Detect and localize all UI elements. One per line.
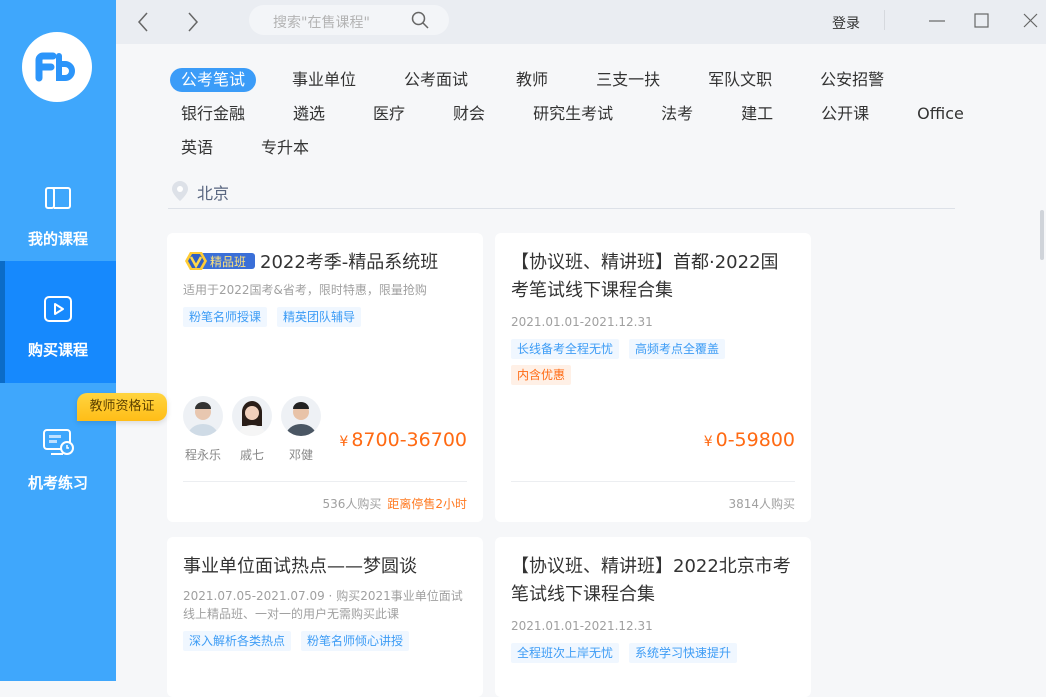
avatar — [281, 396, 321, 436]
tag-list: 全程班次上岸无忧 系统学习快速提升 — [511, 643, 795, 663]
scrollbar[interactable] — [1040, 210, 1044, 260]
course-title: 【协议班、精讲班】首都·2022国考笔试线下课程合集 — [511, 252, 779, 301]
premium-badge-icon: 精品班 — [185, 252, 255, 270]
location-pin-icon — [172, 181, 188, 201]
price: ¥8700-36700 — [339, 429, 467, 451]
category-tab[interactable]: 英语 — [181, 137, 213, 171]
course-title-text: 2022考季-精品系统班 — [260, 252, 439, 273]
category-tab[interactable]: 公考笔试 — [170, 68, 257, 92]
back-arrow-icon[interactable] — [132, 10, 156, 34]
tag-list: 长线备考全程无忧 高频考点全覆盖 内含优惠 — [511, 339, 795, 385]
sidebar-item-label: 机考练习 — [27, 474, 88, 492]
course-title: 精品班 2022考季-精品系统班 — [183, 249, 467, 277]
divider — [511, 481, 795, 482]
course-card[interactable]: 事业单位面试热点——梦圆谈 2021.07.05-2021.07.09 · 购买… — [167, 537, 483, 697]
sidebar-item-label: 购买课程 — [27, 341, 88, 359]
category-tab[interactable]: 财会 — [453, 103, 485, 137]
search-input[interactable]: 搜索"在售课程" — [249, 5, 449, 35]
price: ¥0-59800 — [703, 429, 795, 451]
play-icon — [44, 296, 72, 322]
minimize-icon[interactable] — [925, 10, 949, 32]
category-tab[interactable]: 军队文职 — [708, 69, 772, 103]
buyer-count: 536人购买 — [322, 497, 382, 511]
sidebar-item-my-courses[interactable]: 我的课程 — [0, 150, 116, 272]
course-subtitle: 2021.01.01-2021.12.31 — [511, 315, 653, 329]
divider — [183, 481, 467, 482]
course-subtitle: 2021.01.01-2021.12.31 — [511, 619, 653, 633]
course-card[interactable]: 【协议班、精讲班】首都·2022国考笔试线下课程合集 2021.01.01-20… — [495, 233, 811, 522]
tag: 全程班次上岸无忧 — [511, 643, 620, 663]
teacher[interactable]: 程永乐 — [183, 396, 223, 463]
category-tab[interactable]: 银行金融 — [181, 103, 245, 137]
tag: 粉笔名师授课 — [183, 307, 268, 327]
course-title: 事业单位面试热点——梦圆谈 — [183, 556, 417, 577]
teacher-cert-badge[interactable]: 教师资格证 — [77, 393, 167, 421]
sidebar-item-label: 我的课程 — [27, 230, 88, 248]
category-tab[interactable]: 三支一扶 — [596, 69, 660, 103]
sale-deadline: 距离停售2小时 — [387, 497, 467, 511]
discount-tag: 内含优惠 — [511, 365, 572, 385]
course-subtitle: 适用于2022国考&省考，限时特惠，限量抢购 — [183, 283, 427, 297]
teacher[interactable]: 邓健 — [281, 396, 321, 463]
category-tab[interactable]: 法考 — [661, 103, 693, 137]
category-tab[interactable]: Office — [917, 103, 964, 137]
tag: 深入解析各类热点 — [183, 631, 292, 651]
tag-list: 深入解析各类热点 粉笔名师倾心讲授 — [183, 631, 467, 651]
card-footer: 3814人购买 — [728, 495, 795, 512]
svg-text:精品班: 精品班 — [210, 255, 246, 269]
category-row: 公考笔试 事业单位 公考面试 教师 三支一扶 军队文职 公安招警 — [170, 68, 964, 103]
category-tab[interactable]: 专升本 — [261, 137, 309, 171]
card-footer: 536人购买 距离停售2小时 — [322, 495, 467, 512]
category-tab[interactable]: 公开课 — [821, 103, 869, 137]
location-selector[interactable]: 北京 — [168, 178, 955, 209]
tag: 高频考点全覆盖 — [629, 339, 726, 359]
category-tabs: 公考笔试 事业单位 公考面试 教师 三支一扶 军队文职 公安招警银行金融 遴选 医疗 财会 研究生考… — [170, 68, 964, 171]
course-title: 【协议班、精讲班】2022北京市考笔试线下课程合集 — [511, 556, 791, 605]
close-icon[interactable] — [1019, 10, 1043, 32]
divider — [884, 10, 885, 30]
course-card[interactable]: 【协议班、精讲班】2022北京市考笔试线下课程合集 2021.01.01-202… — [495, 537, 811, 697]
book-icon — [45, 187, 71, 209]
category-tab[interactable]: 公安招警 — [820, 69, 884, 103]
sidebar-item-buy-courses[interactable]: 购买课程 — [0, 261, 116, 383]
monitor-clock-icon — [43, 429, 74, 455]
teacher[interactable]: 戚七 — [232, 396, 272, 463]
category-tab[interactable]: 教师 — [516, 69, 548, 103]
login-button[interactable]: 登录 — [832, 13, 860, 33]
tag: 长线备考全程无忧 — [511, 339, 620, 359]
buyer-count: 3814人购买 — [728, 497, 795, 511]
search-icon[interactable] — [411, 11, 429, 29]
category-row: 英语 专升本 — [181, 137, 964, 171]
category-tab[interactable]: 研究生考试 — [533, 103, 613, 137]
tag-list: 粉笔名师授课 精英团队辅导 — [183, 307, 467, 327]
forward-arrow-icon[interactable] — [180, 10, 204, 34]
category-tab[interactable]: 遴选 — [293, 103, 325, 137]
app-logo — [22, 32, 92, 102]
tag: 粉笔名师倾心讲授 — [301, 631, 410, 651]
tag: 精英团队辅导 — [277, 307, 362, 327]
category-tab[interactable]: 医疗 — [373, 103, 405, 137]
search-placeholder: 搜索"在售课程" — [273, 15, 370, 31]
category-tab[interactable]: 事业单位 — [292, 69, 356, 103]
course-card[interactable]: 精品班 2022考季-精品系统班 适用于2022国考&省考，限时特惠，限量抢购 粉… — [167, 233, 483, 522]
teacher-list: 程永乐 戚七 邓健 — [183, 396, 321, 463]
category-row: 银行金融 遴选 医疗 财会 研究生考试 法考 建工 公开课 Office — [181, 103, 964, 137]
location-text: 北京 — [197, 184, 230, 203]
course-subtitle: 2021.07.05-2021.07.09 · 购买2021事业单位面试线上精品… — [183, 589, 463, 621]
maximize-icon[interactable] — [969, 10, 993, 32]
category-tab[interactable]: 建工 — [741, 103, 773, 137]
category-tab[interactable]: 公考面试 — [404, 69, 468, 103]
sidebar: 我的课程 购买课程 机考练习 — [0, 0, 116, 681]
tag: 系统学习快速提升 — [629, 643, 738, 663]
avatar — [232, 396, 272, 436]
avatar — [183, 396, 223, 436]
